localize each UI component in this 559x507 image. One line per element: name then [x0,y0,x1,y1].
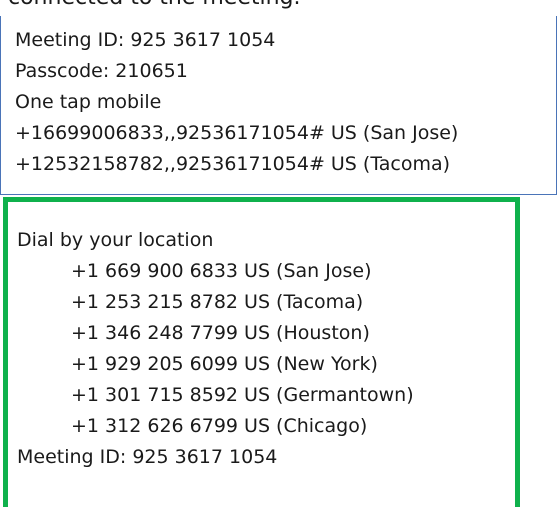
one-tap-label: One tap mobile [15,91,162,113]
dial-number-houston: +1 346 248 7799 US (Houston) [71,322,370,344]
dial-number-germantown: +1 301 715 8592 US (Germantown) [71,384,414,406]
one-tap-number-san-jose: +16699006833,,92536171054# US (San Jose) [15,122,459,144]
dial-by-location-title: Dial by your location [17,229,214,251]
one-tap-number-tacoma: +12532158782,,92536171054# US (Tacoma) [15,153,451,175]
dial-number-new-york: +1 929 205 6099 US (New York) [71,353,378,375]
heading-fragment: connected to the meeting. [8,0,301,13]
dial-meeting-id-line: Meeting ID: 925 3617 1054 [17,446,278,468]
meeting-info-lines: Meeting ID: 925 3617 1054 Passcode: 2106… [15,25,458,180]
passcode-line: Passcode: 210651 [15,60,188,82]
dial-number-chicago: +1 312 626 6799 US (Chicago) [71,415,368,437]
meeting-id-line: Meeting ID: 925 3617 1054 [15,29,276,51]
meeting-info-box: Meeting ID: 925 3617 1054 Passcode: 2106… [0,16,557,195]
dial-number-tacoma: +1 253 215 8782 US (Tacoma) [71,291,364,313]
dial-number-san-jose: +1 669 900 6833 US (San Jose) [71,260,372,282]
dial-lines: Dial by your location +1 669 900 6833 US… [17,225,414,473]
dial-by-location-highlight: Dial by your location +1 669 900 6833 US… [3,197,520,507]
